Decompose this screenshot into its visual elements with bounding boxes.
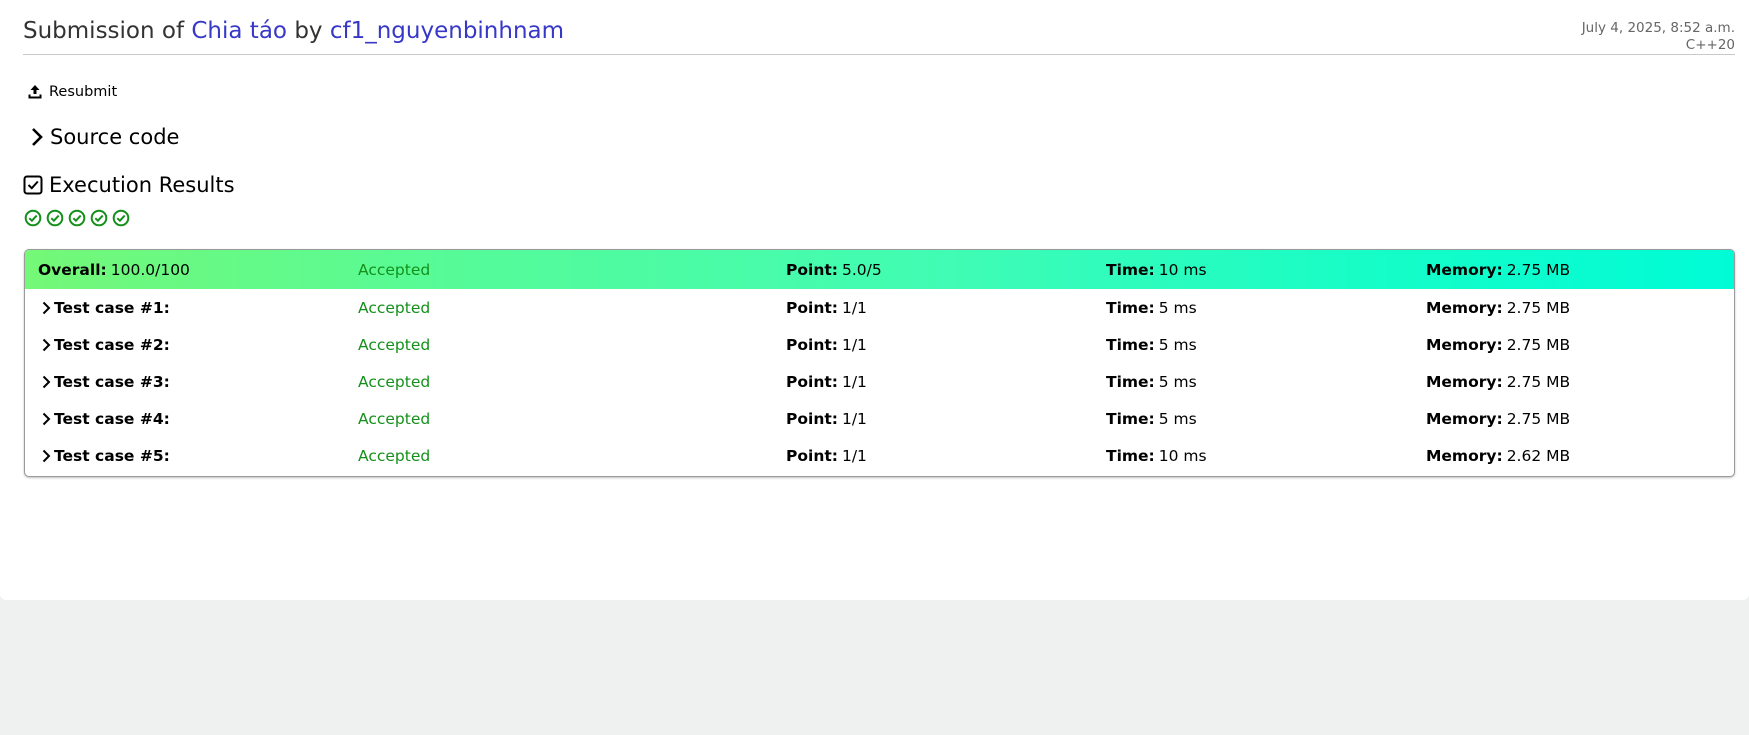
upload-icon xyxy=(28,85,42,99)
memory-label: Memory: xyxy=(1426,446,1503,465)
time-label: Time: xyxy=(1106,298,1155,317)
test-case-toggle[interactable]: Test case #4: xyxy=(42,400,174,437)
time-label: Time: xyxy=(1106,372,1155,391)
test-case-row: Test case #5: Accepted Point: 1/1 Time: 10… xyxy=(25,437,1734,474)
resubmit-button[interactable]: Resubmit xyxy=(27,84,117,100)
user-link[interactable]: cf1_nguyenbinhnam xyxy=(330,18,564,44)
overall-row: Overall: 100.0/100 Accepted Point: 5.0/5 T… xyxy=(25,250,1734,289)
submission-language: C++20 xyxy=(1685,37,1735,53)
test-case-memory: 2.75 MB xyxy=(1506,335,1571,354)
test-case-time: 5 ms xyxy=(1158,409,1197,428)
overall-point: 5.0/5 xyxy=(841,260,882,279)
point-label: Point: xyxy=(786,446,838,465)
test-case-memory: 2.75 MB xyxy=(1506,298,1571,317)
test-case-name: Test case #1: xyxy=(54,298,170,317)
check-circle-icon xyxy=(24,209,42,227)
test-case-toggle[interactable]: Test case #1: xyxy=(42,289,174,326)
execution-results-title: Execution Results xyxy=(49,173,235,197)
test-case-point: 1/1 xyxy=(841,409,867,428)
test-case-row: Test case #4: Accepted Point: 1/1 Time: 5 … xyxy=(25,400,1734,437)
checkbox-checked-icon xyxy=(23,175,43,195)
point-label: Point: xyxy=(786,372,838,391)
submission-date: July 4, 2025, 8:52 a.m. xyxy=(1581,20,1735,36)
check-circle-icon xyxy=(68,209,86,227)
test-case-status: Accepted xyxy=(358,409,431,428)
test-case-toggle[interactable]: Test case #3: xyxy=(42,363,174,400)
test-case-time: 10 ms xyxy=(1158,446,1207,465)
execution-results-heading: Execution Results xyxy=(23,173,235,197)
chevron-right-icon xyxy=(42,375,51,388)
point-label: Point: xyxy=(786,260,838,279)
test-case-time: 5 ms xyxy=(1158,372,1197,391)
chevron-right-icon xyxy=(42,412,51,425)
overall-memory: 2.75 MB xyxy=(1506,260,1571,279)
overall-score: 100.0/100 xyxy=(110,260,190,279)
test-case-name: Test case #3: xyxy=(54,372,170,391)
time-label: Time: xyxy=(1106,446,1155,465)
chevron-right-icon xyxy=(42,338,51,351)
memory-label: Memory: xyxy=(1426,335,1503,354)
memory-label: Memory: xyxy=(1426,409,1503,428)
test-case-row: Test case #2: Accepted Point: 1/1 Time: 5 … xyxy=(25,326,1734,363)
test-case-name: Test case #2: xyxy=(54,335,170,354)
test-case-toggle[interactable]: Test case #5: xyxy=(42,437,174,474)
overall-time: 10 ms xyxy=(1158,260,1207,279)
submission-card: Submission of Chia táo by cf1_nguyenbinh… xyxy=(0,0,1749,600)
chevron-right-icon xyxy=(32,128,43,146)
test-case-memory: 2.75 MB xyxy=(1506,409,1571,428)
test-case-status: Accepted xyxy=(358,298,431,317)
title-prefix: Submission of xyxy=(23,18,185,44)
check-circle-icon xyxy=(46,209,64,227)
overall-status: Accepted xyxy=(358,260,431,279)
point-label: Point: xyxy=(786,298,838,317)
test-case-row: Test case #1: Accepted Point: 1/1 Time: 5 … xyxy=(25,289,1734,326)
test-case-row: Test case #3: Accepted Point: 1/1 Time: 5 … xyxy=(25,363,1734,400)
test-case-point: 1/1 xyxy=(841,298,867,317)
page-title: Submission of Chia táo by cf1_nguyenbinh… xyxy=(23,18,564,44)
source-code-toggle[interactable]: Source code xyxy=(30,125,179,149)
resubmit-label: Resubmit xyxy=(49,84,118,100)
test-case-status: Accepted xyxy=(358,335,431,354)
overall-label: Overall: xyxy=(38,260,107,279)
test-case-memory: 2.75 MB xyxy=(1506,372,1571,391)
test-case-memory: 2.62 MB xyxy=(1506,446,1571,465)
time-label: Time: xyxy=(1106,335,1155,354)
memory-label: Memory: xyxy=(1426,372,1503,391)
test-status-icons xyxy=(24,209,130,227)
test-case-point: 1/1 xyxy=(841,372,867,391)
chevron-right-icon xyxy=(42,449,51,462)
title-by: by xyxy=(294,18,323,44)
point-label: Point: xyxy=(786,335,838,354)
results-table: Overall: 100.0/100 Accepted Point: 5.0/5 T… xyxy=(24,249,1735,477)
test-case-point: 1/1 xyxy=(841,335,867,354)
test-case-time: 5 ms xyxy=(1158,335,1197,354)
submission-meta: July 4, 2025, 8:52 a.m. C++20 xyxy=(1582,20,1735,54)
memory-label: Memory: xyxy=(1426,260,1503,279)
test-case-name: Test case #5: xyxy=(54,446,170,465)
test-case-name: Test case #4: xyxy=(54,409,170,428)
check-circle-icon xyxy=(90,209,108,227)
test-case-status: Accepted xyxy=(358,446,431,465)
check-circle-icon xyxy=(112,209,130,227)
title-bar: Submission of Chia táo by cf1_nguyenbinh… xyxy=(23,14,1735,55)
test-case-point: 1/1 xyxy=(841,446,867,465)
test-case-status: Accepted xyxy=(358,372,431,391)
time-label: Time: xyxy=(1106,409,1155,428)
memory-label: Memory: xyxy=(1426,298,1503,317)
problem-link[interactable]: Chia táo xyxy=(191,18,287,44)
time-label: Time: xyxy=(1106,260,1155,279)
point-label: Point: xyxy=(786,409,838,428)
source-code-label: Source code xyxy=(50,125,180,149)
test-case-time: 5 ms xyxy=(1158,298,1197,317)
test-case-toggle[interactable]: Test case #2: xyxy=(42,326,174,363)
chevron-right-icon xyxy=(42,301,51,314)
